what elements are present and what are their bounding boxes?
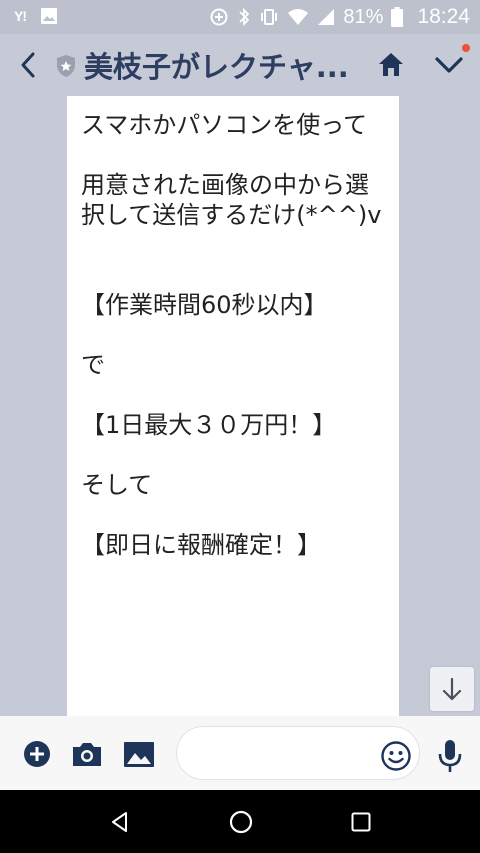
notification-dot <box>462 44 470 52</box>
scroll-to-bottom-button[interactable] <box>430 667 474 711</box>
arrow-down-icon <box>442 677 462 701</box>
battery-percent: 81% <box>343 5 384 28</box>
shield-icon <box>57 55 75 77</box>
signal-icon <box>318 9 335 25</box>
chat-header: 美枝子がレクチャ... <box>0 34 480 96</box>
image-icon <box>41 8 57 24</box>
add-icon[interactable] <box>20 738 54 770</box>
message-bubble[interactable]: スマホかパソコンを使って 用意された画像の中から選択して送信するだけ(*^^)v… <box>67 96 399 716</box>
nav-home-icon[interactable] <box>228 809 254 835</box>
nav-recents-icon[interactable] <box>350 811 372 833</box>
microphone-icon[interactable] <box>436 738 464 774</box>
system-nav-bar <box>0 790 480 853</box>
yahoo-icon: Y! <box>14 8 27 24</box>
message-input[interactable] <box>195 739 379 769</box>
chat-title: 美枝子がレクチャ... <box>84 50 349 84</box>
bluetooth-icon <box>239 7 250 27</box>
back-arrow-icon[interactable] <box>14 48 42 82</box>
nav-back-icon[interactable] <box>108 810 132 834</box>
emoji-icon[interactable] <box>380 740 412 772</box>
data-saver-icon <box>210 8 228 26</box>
gallery-icon[interactable] <box>122 738 156 770</box>
vibrate-icon <box>261 9 278 25</box>
message-text: スマホかパソコンを使って 用意された画像の中から選択して送信するだけ(*^^)v… <box>81 111 382 559</box>
clock: 18:24 <box>417 5 470 28</box>
chevron-down-icon[interactable] <box>432 48 466 82</box>
home-icon[interactable] <box>374 48 408 82</box>
camera-icon[interactable] <box>70 738 104 770</box>
wifi-icon <box>288 9 309 25</box>
battery-icon <box>391 7 404 27</box>
status-bar: Y! 81% 18:24 <box>0 0 480 34</box>
